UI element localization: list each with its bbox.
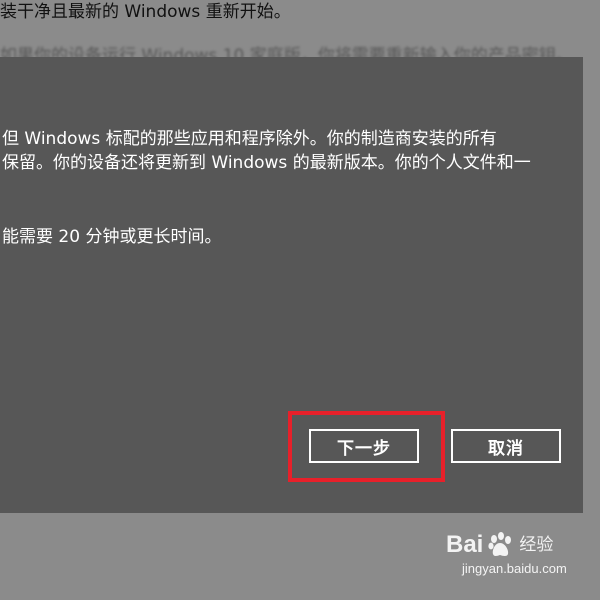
screen: 装干净且最新的 Windows 重新开始。 如果你的设备运行 Windows 1… [0, 0, 600, 600]
watermark-url: jingyan.baidu.com [462, 561, 567, 576]
next-button[interactable]: 下一步 [309, 429, 419, 463]
dialog-message: 但 Windows 标配的那些应用和程序除外。你的制造商安装的所有 保留。你的设… [0, 127, 583, 249]
dialog-duration-note: 能需要 20 分钟或更长时间。 [2, 227, 222, 247]
dialog-message-line: 保留。你的设备还将更新到 Windows 的最新版本。你的个人文件和一 [2, 153, 531, 173]
background-text-line: 装干净且最新的 Windows 重新开始。 [0, 2, 291, 22]
next-button-label: 下一步 [337, 438, 391, 459]
baidu-jingyan-watermark: Bai 经验 jingyan.baidu.com [446, 530, 586, 590]
watermark-brand-right: 经验 [519, 535, 554, 555]
cancel-button-label: 取消 [488, 438, 524, 459]
baidu-paw-icon [488, 532, 512, 556]
watermark-brand-left: Bai [446, 531, 484, 558]
dialog-message-line: 但 Windows 标配的那些应用和程序除外。你的制造商安装的所有 [2, 129, 497, 149]
reset-dialog: 但 Windows 标配的那些应用和程序除外。你的制造商安装的所有 保留。你的设… [0, 57, 583, 513]
cancel-button[interactable]: 取消 [451, 429, 561, 463]
